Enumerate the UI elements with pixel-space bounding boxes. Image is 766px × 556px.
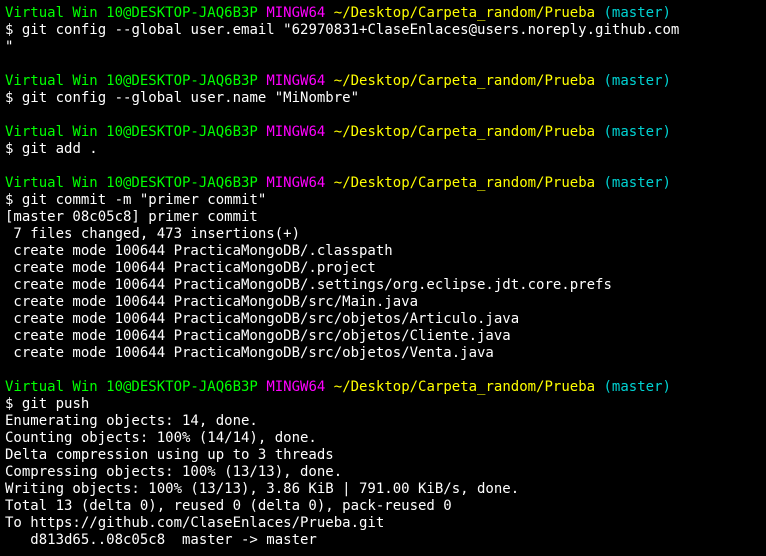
prompt-path: ~/Desktop/Carpeta_random/Prueba	[333, 73, 596, 89]
command-line: $ git config --global user.name "MiNombr…	[5, 90, 766, 107]
prompt-user-host: Virtual Win 10@DESKTOP-JAQ6B3P	[5, 175, 258, 191]
output-line: create mode 100644 PracticaMongoDB/.sett…	[5, 277, 612, 293]
output-line: 7 files changed, 473 insertions(+)	[5, 226, 301, 242]
output-line: Compressing objects: 100% (13/13), done.	[5, 464, 343, 480]
command-text: git commit -m "primer commit"	[21, 192, 267, 208]
prompt-branch: (master)	[603, 73, 671, 89]
prompt-line: Virtual Win 10@DESKTOP-JAQ6B3P MINGW64 ~…	[5, 175, 766, 192]
output-line: create mode 100644 PracticaMongoDB/src/o…	[5, 345, 494, 361]
prompt-line: Virtual Win 10@DESKTOP-JAQ6B3P MINGW64 ~…	[5, 124, 766, 141]
output-line: create mode 100644 PracticaMongoDB/.clas…	[5, 243, 393, 259]
output-line: create mode 100644 PracticaMongoDB/src/o…	[5, 328, 511, 344]
prompt-branch: (master)	[603, 379, 671, 395]
output-line: d813d65..08c05c8 master -> master	[5, 532, 317, 548]
prompt-branch: (master)	[603, 124, 671, 140]
output-line: Total 13 (delta 0), reused 0 (delta 0), …	[5, 498, 452, 514]
prompt-shell: MINGW64	[266, 379, 326, 395]
output-line: "	[5, 39, 14, 55]
prompt-user-host: Virtual Win 10@DESKTOP-JAQ6B3P	[5, 5, 258, 21]
prompt-shell: MINGW64	[266, 124, 326, 140]
command-line: $ git add .	[5, 141, 766, 158]
prompt-symbol: $	[5, 22, 14, 38]
prompt-branch: (master)	[603, 175, 671, 191]
terminal-window[interactable]: Virtual Win 10@DESKTOP-JAQ6B3P MINGW64 ~…	[0, 0, 766, 556]
prompt-path: ~/Desktop/Carpeta_random/Prueba	[333, 175, 596, 191]
command-line: $ git config --global user.email "629708…	[5, 22, 766, 39]
output-line: Delta compression using up to 3 threads	[5, 447, 334, 463]
prompt-shell: MINGW64	[266, 5, 326, 21]
command-text: git config --global user.email "62970831…	[21, 22, 680, 38]
prompt-path: ~/Desktop/Carpeta_random/Prueba	[333, 124, 596, 140]
prompt-line: Virtual Win 10@DESKTOP-JAQ6B3P MINGW64 ~…	[5, 379, 766, 396]
command-text: git add .	[21, 141, 98, 157]
prompt-branch: (master)	[603, 5, 671, 21]
command-line: $ git commit -m "primer commit"	[5, 192, 766, 209]
prompt-shell: MINGW64	[266, 73, 326, 89]
terminal-output: Virtual Win 10@DESKTOP-JAQ6B3P MINGW64 ~…	[5, 5, 766, 549]
prompt-user-host: Virtual Win 10@DESKTOP-JAQ6B3P	[5, 73, 258, 89]
prompt-line: Virtual Win 10@DESKTOP-JAQ6B3P MINGW64 ~…	[5, 5, 766, 22]
prompt-user-host: Virtual Win 10@DESKTOP-JAQ6B3P	[5, 379, 258, 395]
prompt-symbol: $	[5, 396, 14, 412]
prompt-shell: MINGW64	[266, 175, 326, 191]
output-line: [master 08c05c8] primer commit	[5, 209, 258, 225]
output-line: create mode 100644 PracticaMongoDB/.proj…	[5, 260, 376, 276]
output-line: To https://github.com/ClaseEnlaces/Prueb…	[5, 515, 385, 531]
prompt-symbol: $	[5, 90, 14, 106]
prompt-symbol: $	[5, 141, 14, 157]
command-text: git config --global user.name "MiNombre"	[21, 90, 360, 106]
prompt-path: ~/Desktop/Carpeta_random/Prueba	[333, 5, 596, 21]
output-line: create mode 100644 PracticaMongoDB/src/M…	[5, 294, 419, 310]
command-line: $ git push	[5, 396, 766, 413]
output-line: Counting objects: 100% (14/14), done.	[5, 430, 317, 446]
prompt-symbol: $	[5, 192, 14, 208]
prompt-line: Virtual Win 10@DESKTOP-JAQ6B3P MINGW64 ~…	[5, 73, 766, 90]
prompt-user-host: Virtual Win 10@DESKTOP-JAQ6B3P	[5, 124, 258, 140]
output-line: Writing objects: 100% (13/13), 3.86 KiB …	[5, 481, 520, 497]
output-line: Enumerating objects: 14, done.	[5, 413, 258, 429]
output-line: create mode 100644 PracticaMongoDB/src/o…	[5, 311, 520, 327]
prompt-path: ~/Desktop/Carpeta_random/Prueba	[333, 379, 596, 395]
command-text: git push	[21, 396, 90, 412]
